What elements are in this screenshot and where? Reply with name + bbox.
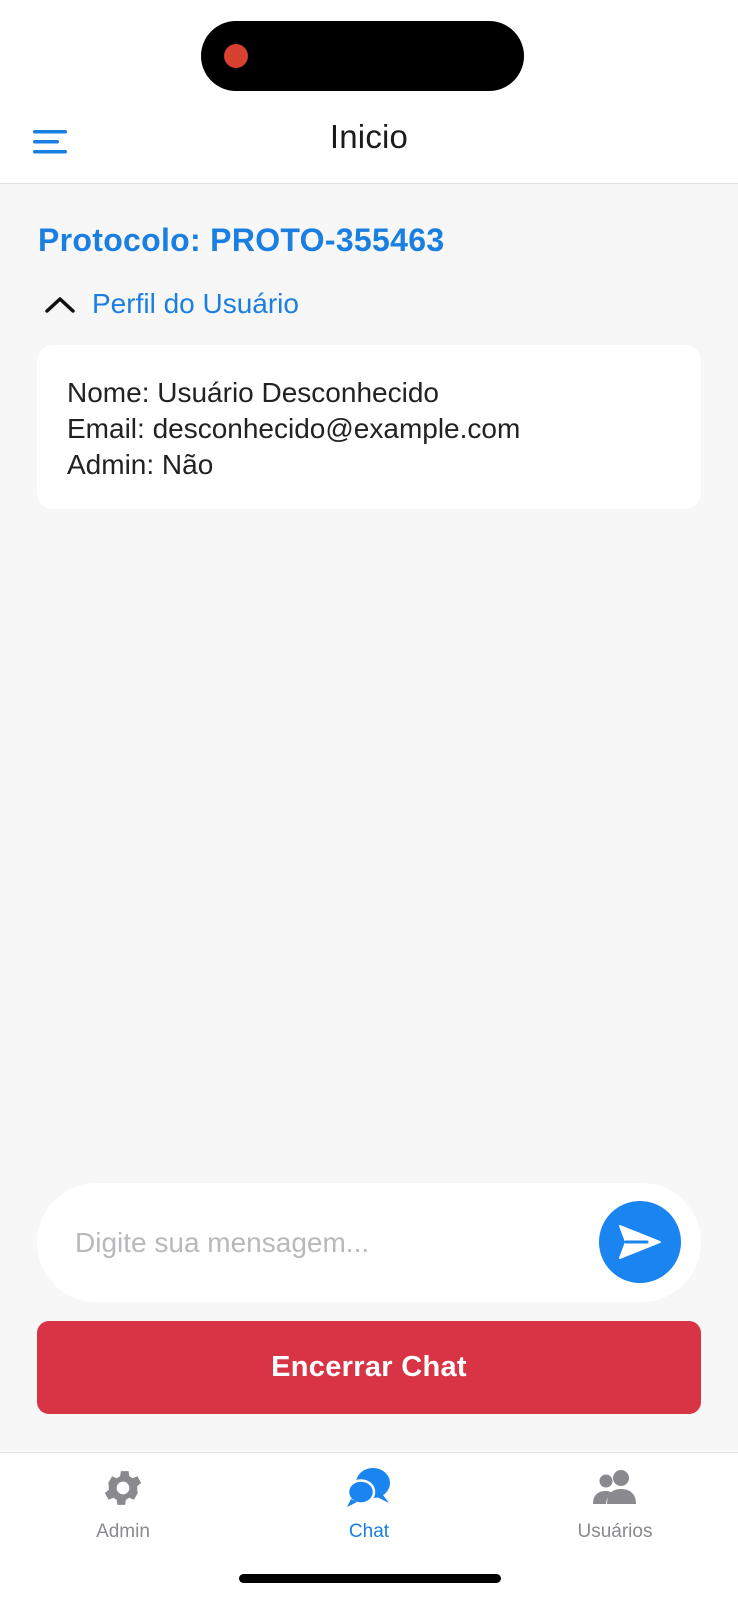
top-bar: Inicio <box>0 0 738 184</box>
user-name: Nome: Usuário Desconhecido <box>67 377 439 408</box>
user-admin-status: Admin: Não <box>67 449 214 480</box>
home-indicator <box>239 1574 501 1583</box>
users-icon <box>590 1463 640 1513</box>
chat-bubbles-icon <box>344 1463 394 1513</box>
message-composer <box>37 1183 701 1302</box>
tab-users-label: Usuários <box>577 1521 653 1542</box>
tab-users[interactable]: Usuários <box>535 1463 695 1563</box>
user-profile-card: Nome: Usuário Desconhecido Email: descon… <box>37 345 701 509</box>
recording-indicator-icon <box>224 44 248 68</box>
end-chat-button[interactable]: Encerrar Chat <box>37 1321 701 1414</box>
chevron-up-icon <box>40 284 80 324</box>
send-icon <box>619 1225 661 1259</box>
tab-chat-label: Chat <box>348 1521 390 1542</box>
user-email: Email: desconhecido@example.com <box>67 413 521 444</box>
message-input[interactable] <box>75 1219 575 1267</box>
gear-icon <box>98 1463 148 1513</box>
profile-toggle-label: Perfil do Usuário <box>92 288 299 319</box>
tab-admin[interactable]: Admin <box>43 1463 203 1563</box>
tab-chat[interactable]: Chat <box>289 1463 449 1563</box>
chat-screen: Inicio Protocolo: PROTO-355463 Perfil do… <box>0 0 738 1600</box>
tab-admin-label: Admin <box>96 1521 150 1542</box>
page-title: Inicio <box>329 118 409 155</box>
protocol-label: Protocolo: PROTO-355463 <box>38 222 445 258</box>
send-button[interactable] <box>599 1201 681 1283</box>
dynamic-island <box>201 21 524 91</box>
profile-toggle[interactable]: Perfil do Usuário <box>40 284 299 324</box>
